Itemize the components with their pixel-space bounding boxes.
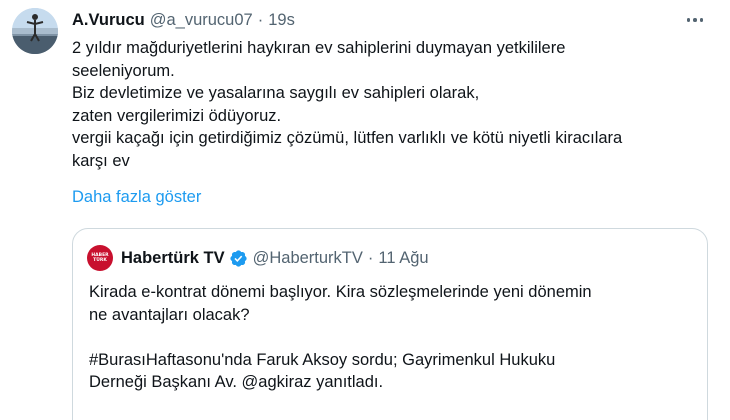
- tweet-text-line: 2 yıldır mağduriyetlerini haykıran ev sa…: [72, 39, 566, 57]
- verified-badge-icon: [229, 249, 247, 267]
- tweet-header: A.Vurucu @a_vurucu07 · 19s: [72, 9, 295, 31]
- quoted-text-line: #BurasıHaftasonu'nda Faruk Aksoy sordu; …: [89, 350, 556, 369]
- quoted-author-name[interactable]: Habertürk TV: [121, 249, 225, 268]
- tweet[interactable]: A.Vurucu @a_vurucu07 · 19s 2 yıldır mağd…: [0, 0, 730, 420]
- dot: [699, 18, 704, 22]
- avatar-image: [12, 8, 58, 54]
- tweet-text: 2 yıldır mağduriyetlerini haykıran ev sa…: [72, 37, 712, 172]
- dot: [686, 18, 691, 22]
- quoted-text-line: Derneği Başkanı Av. @agkiraz yanıtladı.: [89, 373, 384, 391]
- tweet-text-line: karşı ev: [72, 151, 130, 170]
- dot: [693, 18, 697, 22]
- separator-dot: ·: [257, 10, 264, 29]
- quoted-avatar[interactable]: HABER TÜRK: [87, 245, 113, 271]
- quoted-tweet-text: Kirada e-kontrat dönemi başlıyor. Kira s…: [89, 281, 689, 394]
- tweet-text-line: zaten vergilerimizi ödüyoruz.: [72, 106, 282, 125]
- more-dots-icon[interactable]: [682, 10, 708, 30]
- timestamp[interactable]: 19s: [268, 11, 295, 30]
- show-more-link[interactable]: Daha fazla göster: [72, 188, 201, 207]
- quoted-tweet-header: HABER TÜRK Habertürk TV @HaberturkTV · 1…: [87, 245, 429, 271]
- quoted-author-handle[interactable]: @HaberturkTV: [253, 249, 363, 268]
- quoted-tweet[interactable]: HABER TÜRK Habertürk TV @HaberturkTV · 1…: [72, 228, 708, 420]
- quoted-text-line: [89, 326, 689, 349]
- avatar[interactable]: [12, 8, 58, 54]
- tweet-text-line: vergii kaçağı için getirdiğimiz çözümü, …: [72, 129, 623, 147]
- quoted-timestamp[interactable]: 11 Ağu: [378, 249, 428, 268]
- tweet-text-line: Biz devletimize ve yasalarına saygılı ev…: [72, 84, 480, 102]
- author-handle[interactable]: @a_vurucu07: [150, 11, 253, 30]
- quoted-text-line: ne avantajları olacak?: [89, 305, 250, 324]
- tweet-text-line: seeleniyorum.: [72, 61, 175, 80]
- quoted-text-line: Kirada e-kontrat dönemi başlıyor. Kira s…: [89, 283, 592, 301]
- avatar-logo-text: TÜRK: [93, 258, 107, 263]
- separator-dot: ·: [367, 248, 374, 267]
- author-name[interactable]: A.Vurucu: [72, 11, 145, 30]
